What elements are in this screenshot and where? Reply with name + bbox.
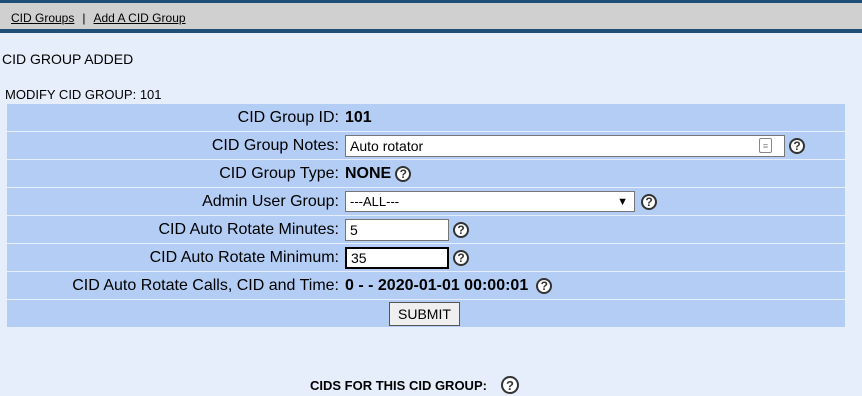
notes-input[interactable]: Auto rotator ≡ <box>345 134 785 157</box>
help-circle-icon[interactable]: ? <box>789 137 805 154</box>
nav-separator: | <box>82 11 86 25</box>
row-rotate-minimum: CID Auto Rotate Minimum: 35 ? <box>7 244 845 271</box>
top-nav: CID Groups | Add A CID Group <box>11 11 186 25</box>
row-admin-group: Admin User Group: ---ALL--- ▼ ? <box>7 188 845 215</box>
row-notes: CID Group Notes: Auto rotator ≡ ? <box>7 132 845 159</box>
type-label: CID Group Type: <box>219 165 339 182</box>
help-circle-icon[interactable]: ? <box>453 249 469 266</box>
rotate-minutes-label: CID Auto Rotate Minutes: <box>158 221 339 238</box>
section-title: MODIFY CID GROUP: 101 <box>5 87 162 102</box>
admin-group-select[interactable]: ---ALL--- ▼ <box>345 191 635 212</box>
add-cid-group-link[interactable]: Add A CID Group <box>93 11 185 25</box>
cid-groups-link[interactable]: CID Groups <box>11 11 74 25</box>
status-message: CID GROUP ADDED <box>2 51 134 67</box>
chevron-down-icon: ▼ <box>617 195 628 208</box>
cids-heading-label: CIDS FOR THIS CID GROUP: <box>310 377 487 393</box>
help-circle-icon[interactable]: ? <box>536 277 553 294</box>
top-nav-bar: CID Groups | Add A CID Group <box>0 0 862 33</box>
rotate-minimum-input[interactable]: 35 <box>345 246 449 269</box>
rotate-calls-label: CID Auto Rotate Calls, CID and Time: <box>72 277 339 294</box>
admin-group-label: Admin User Group: <box>202 193 339 210</box>
notepad-icon[interactable]: ≡ <box>759 138 772 153</box>
row-submit: SUBMIT <box>7 300 845 327</box>
row-rotate-calls: CID Auto Rotate Calls, CID and Time: 0 -… <box>7 272 845 299</box>
row-group-id: CID Group ID: 101 <box>7 104 845 131</box>
notes-value: Auto rotator <box>350 137 424 154</box>
help-circle-icon[interactable]: ? <box>395 165 412 182</box>
row-type: CID Group Type: NONE ? <box>7 160 845 187</box>
help-circle-icon[interactable]: ? <box>500 376 519 394</box>
rotate-calls-value: 0 - - 2020-01-01 00:00:01 <box>345 276 529 294</box>
help-circle-icon[interactable]: ? <box>641 193 657 210</box>
submit-button[interactable]: SUBMIT <box>389 302 460 326</box>
group-id-label: CID Group ID: <box>237 109 339 126</box>
modify-form: CID Group ID: 101 CID Group Notes: Auto … <box>7 104 845 328</box>
type-value: NONE <box>345 164 392 182</box>
cids-heading: CIDS FOR THIS CID GROUP: ? <box>310 376 519 394</box>
rotate-minimum-label: CID Auto Rotate Minimum: <box>149 249 339 266</box>
group-id-value: 101 <box>345 108 372 126</box>
admin-group-value: ---ALL--- <box>350 194 400 209</box>
row-rotate-minutes: CID Auto Rotate Minutes: 5 ? <box>7 216 845 243</box>
help-circle-icon[interactable]: ? <box>453 221 469 238</box>
notes-label: CID Group Notes: <box>211 137 339 154</box>
rotate-minutes-input[interactable]: 5 <box>345 218 449 241</box>
